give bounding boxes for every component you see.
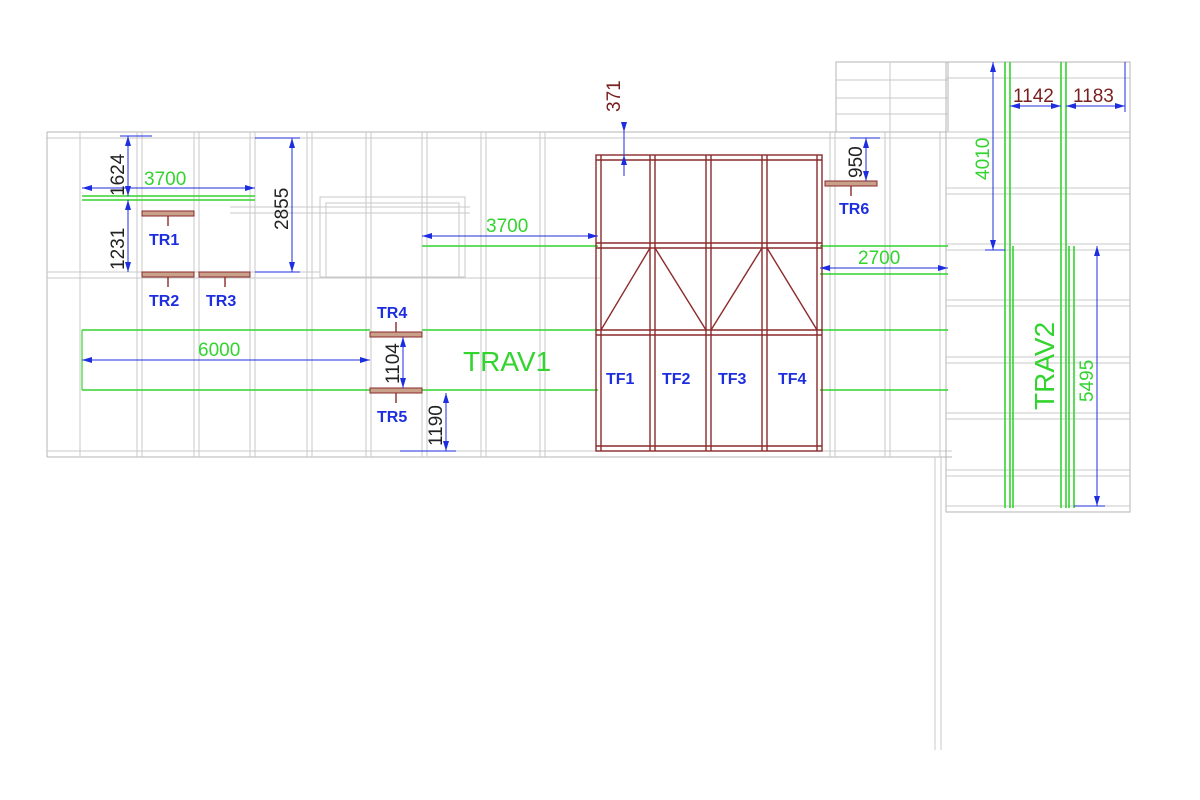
truss-label-tf1: TF1 xyxy=(606,371,635,388)
dim-label-3700-top: 3700 xyxy=(144,169,186,190)
dim-label-6000: 6000 xyxy=(198,340,240,361)
dim-label-1183: 1183 xyxy=(1073,86,1114,107)
dim-label-2855: 2855 xyxy=(272,188,293,230)
beam-label-trav1: TRAV1 xyxy=(463,346,551,377)
structural-plan-drawing: 1624 3700 1231 2855 3700 371 950 2700 60… xyxy=(46,61,1131,750)
dimension-lines xyxy=(82,62,1126,507)
floor-plan-grid xyxy=(46,61,1131,750)
dim-label-2700: 2700 xyxy=(858,248,900,269)
dim-label-5495: 5495 xyxy=(1077,360,1098,402)
dim-label-3700-mid: 3700 xyxy=(486,216,528,237)
tie-rod-label-tr5: TR5 xyxy=(377,409,407,426)
tie-rod-label-tr4: TR4 xyxy=(377,305,407,322)
dim-label-1624: 1624 xyxy=(108,153,129,196)
dim-label-950: 950 xyxy=(846,146,867,178)
beam-label-trav2: TRAV2 xyxy=(1029,322,1060,410)
dim-label-1104: 1104 xyxy=(383,343,404,384)
truss-label-tf2: TF2 xyxy=(662,371,691,388)
dim-label-371: 371 xyxy=(604,80,625,112)
dim-label-4010: 4010 xyxy=(973,138,994,180)
tie-rod-label-tr1: TR1 xyxy=(149,232,179,249)
tie-rod-label-tr6: TR6 xyxy=(839,201,869,218)
tie-rod-label-tr3: TR3 xyxy=(206,293,236,310)
truss-label-tf4: TF4 xyxy=(778,371,807,388)
truss-frames xyxy=(595,154,823,452)
dim-label-1190: 1190 xyxy=(426,405,447,446)
truss-label-tf3: TF3 xyxy=(718,371,747,388)
dim-label-1142: 1142 xyxy=(1013,86,1054,107)
dim-label-1231: 1231 xyxy=(108,228,129,270)
beam-lines xyxy=(81,62,1075,508)
tie-rod-label-tr2: TR2 xyxy=(149,293,179,310)
